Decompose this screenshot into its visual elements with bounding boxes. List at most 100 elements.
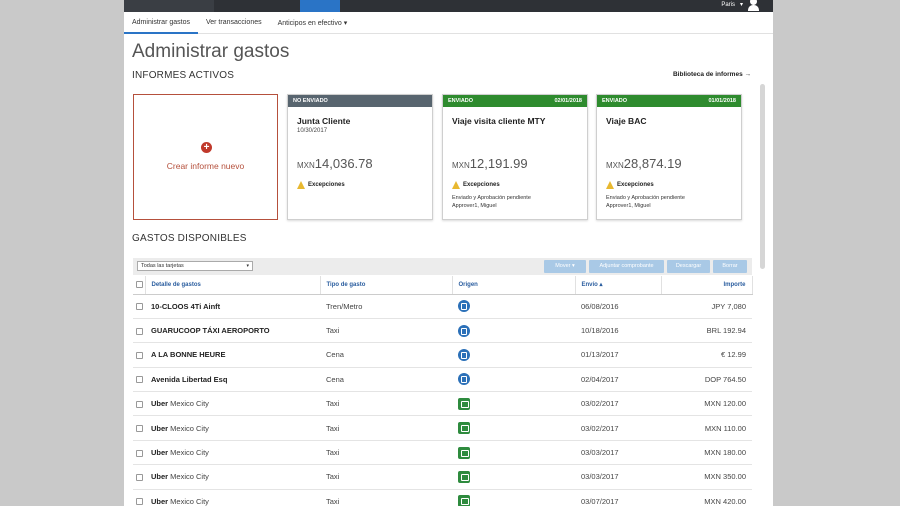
expense-location: Mexico City	[168, 448, 209, 458]
vertical-scrollbar[interactable]	[760, 84, 765, 269]
row-checkbox-cell[interactable]	[133, 391, 145, 417]
expense-date: 02/04/2017	[575, 367, 661, 393]
report-card[interactable]: ENVIADO 01/01/2018 Viaje BAC MXN28,874.19 Ex…	[596, 94, 742, 220]
expense-origin	[452, 391, 575, 417]
row-checkbox-cell[interactable]	[133, 440, 145, 466]
receipt-icon	[458, 446, 470, 459]
checkbox[interactable]	[136, 351, 143, 359]
expense-date: 03/03/2017	[575, 440, 661, 466]
checkbox[interactable]	[136, 449, 143, 457]
report-title: Junta Cliente	[297, 116, 351, 126]
attach-receipt-button[interactable]: Adjuntar comprobante	[589, 260, 664, 273]
table-row[interactable]: Uber Mexico City Taxi 03/03/2017 MXN 180.00	[133, 440, 752, 466]
delete-button[interactable]: Borrar	[713, 260, 747, 273]
expense-detail[interactable]: Avenida Libertad Esq	[145, 367, 320, 393]
chevron-down-icon: ▾	[246, 263, 249, 269]
report-card[interactable]: NO ENVIADO Junta Cliente 10/30/2017 MXN14,0…	[287, 94, 433, 220]
checkbox[interactable]	[136, 303, 143, 311]
create-report-label: Crear informe nuevo	[166, 161, 245, 171]
select-all-checkbox[interactable]	[133, 276, 146, 295]
expense-origin	[452, 464, 575, 490]
expense-date: 03/02/2017	[575, 415, 661, 441]
report-title: Viaje visita cliente MTY	[452, 116, 546, 126]
expense-type: Taxi	[320, 440, 452, 466]
report-approver: Approver1, Miguel	[606, 203, 651, 209]
nav-anticipos-efectivo[interactable]: Anticipos en efectivo ▾	[270, 12, 356, 34]
user-name: Paris	[721, 1, 735, 8]
expense-detail[interactable]: Uber Mexico City	[145, 391, 320, 417]
checkbox[interactable]	[136, 327, 143, 335]
expenses-toolbar: Todas las tarjetas ▾ Mover ▾ Adjuntar co…	[133, 258, 752, 275]
nav-administrar-gastos[interactable]: Administrar gastos	[124, 12, 198, 34]
expense-location: Mexico City	[168, 496, 209, 506]
download-button[interactable]: Descargar	[667, 260, 710, 273]
row-checkbox-cell[interactable]	[133, 464, 145, 490]
checkbox[interactable]	[136, 376, 143, 384]
column-header-origin[interactable]: Origen	[452, 276, 576, 295]
table-row[interactable]: 10-CLOOS 4Ti Ainft Tren/Metro 06/08/2016 JP…	[133, 294, 752, 319]
expense-type: Taxi	[320, 318, 452, 344]
expense-detail[interactable]: Uber Mexico City	[145, 464, 320, 490]
row-checkbox-cell[interactable]	[133, 294, 145, 319]
move-button[interactable]: Mover ▾	[544, 260, 586, 273]
expense-detail[interactable]: Uber Mexico City	[145, 415, 320, 441]
expense-type: Taxi	[320, 415, 452, 441]
expense-amount: MXN 350.00	[661, 464, 752, 490]
report-card[interactable]: ENVIADO 02/01/2018 Viaje visita cliente MT…	[442, 94, 588, 220]
report-status-bar: ENVIADO 02/01/2018	[443, 95, 587, 107]
create-report-tile[interactable]: + Crear informe nuevo	[133, 94, 278, 220]
checkbox[interactable]	[136, 400, 143, 408]
row-checkbox-cell[interactable]	[133, 415, 145, 441]
table-row[interactable]: A LA BONNE HEURE Cena 01/13/2017 € 12.99	[133, 342, 752, 368]
checkbox[interactable]	[136, 473, 143, 481]
expense-amount: MXN 120.00	[661, 391, 752, 417]
expense-type: Cena	[320, 342, 452, 368]
available-expenses-heading: GASTOS DISPONIBLES	[132, 233, 247, 244]
expense-origin	[452, 489, 575, 506]
top-bar: Paris ▾	[124, 0, 773, 12]
table-row[interactable]: Uber Mexico City Taxi 03/07/2017 MXN 420.00	[133, 489, 752, 506]
warning-icon	[297, 181, 305, 189]
expense-date: 10/18/2016	[575, 318, 661, 344]
table-row[interactable]: Uber Mexico City Taxi 03/03/2017 MXN 350.00	[133, 464, 752, 490]
column-header-type[interactable]: Tipo de gasto	[320, 276, 453, 295]
expense-detail[interactable]: GUARUCOOP TÁXI AEROPORTO	[145, 318, 320, 344]
row-checkbox-cell[interactable]	[133, 318, 145, 344]
checkbox[interactable]	[136, 498, 143, 506]
expense-detail[interactable]: Uber Mexico City	[145, 489, 320, 506]
nav-ver-transacciones[interactable]: Ver transacciones	[198, 12, 270, 34]
report-currency: MXN	[452, 161, 470, 170]
table-row[interactable]: Avenida Libertad Esq Cena 02/04/2017 DOP 76…	[133, 367, 752, 393]
expense-merchant: Uber	[151, 399, 169, 409]
checkbox[interactable]	[136, 281, 143, 289]
table-row[interactable]: GUARUCOOP TÁXI AEROPORTO Taxi 10/18/2016 BR…	[133, 318, 752, 344]
chevron-down-icon: ▾	[739, 2, 743, 8]
credit-card-icon	[458, 300, 470, 313]
expense-detail[interactable]: A LA BONNE HEURE	[145, 342, 320, 368]
expense-detail[interactable]: Uber Mexico City	[145, 440, 320, 466]
table-row[interactable]: Uber Mexico City Taxi 03/02/2017 MXN 120.00	[133, 391, 752, 417]
page-title: Administrar gastos	[132, 41, 290, 62]
report-exceptions: Excepciones	[297, 181, 345, 189]
expense-merchant: 10-CLOOS 4Ti Ainft	[151, 301, 221, 311]
column-header-amount[interactable]: Importe	[661, 276, 753, 295]
report-status-date: 01/01/2018	[708, 98, 736, 104]
column-header-date[interactable]: Envío ▴	[575, 276, 662, 295]
row-checkbox-cell[interactable]	[133, 342, 145, 368]
expense-type: Taxi	[320, 391, 452, 417]
checkbox[interactable]	[136, 425, 143, 433]
report-exceptions-label: Excepciones	[463, 182, 500, 188]
warning-icon	[606, 181, 614, 189]
expense-amount: BRL 192.94	[661, 318, 752, 344]
top-bar-active-segment[interactable]	[300, 0, 340, 12]
column-header-detail[interactable]: Detalle de gastos	[145, 276, 321, 295]
card-filter-select[interactable]: Todas las tarjetas ▾	[137, 261, 253, 271]
table-row[interactable]: Uber Mexico City Taxi 03/02/2017 MXN 110.00	[133, 415, 752, 441]
report-library-link[interactable]: Biblioteca de informes →	[673, 71, 751, 78]
user-menu[interactable]: Paris ▾	[721, 0, 759, 11]
expense-detail[interactable]: 10-CLOOS 4Ti Ainft	[145, 294, 320, 319]
row-checkbox-cell[interactable]	[133, 489, 145, 506]
receipt-icon	[458, 495, 470, 506]
row-checkbox-cell[interactable]	[133, 367, 145, 393]
report-approval-line: Enviado y Aprobación pendiente	[606, 195, 685, 201]
